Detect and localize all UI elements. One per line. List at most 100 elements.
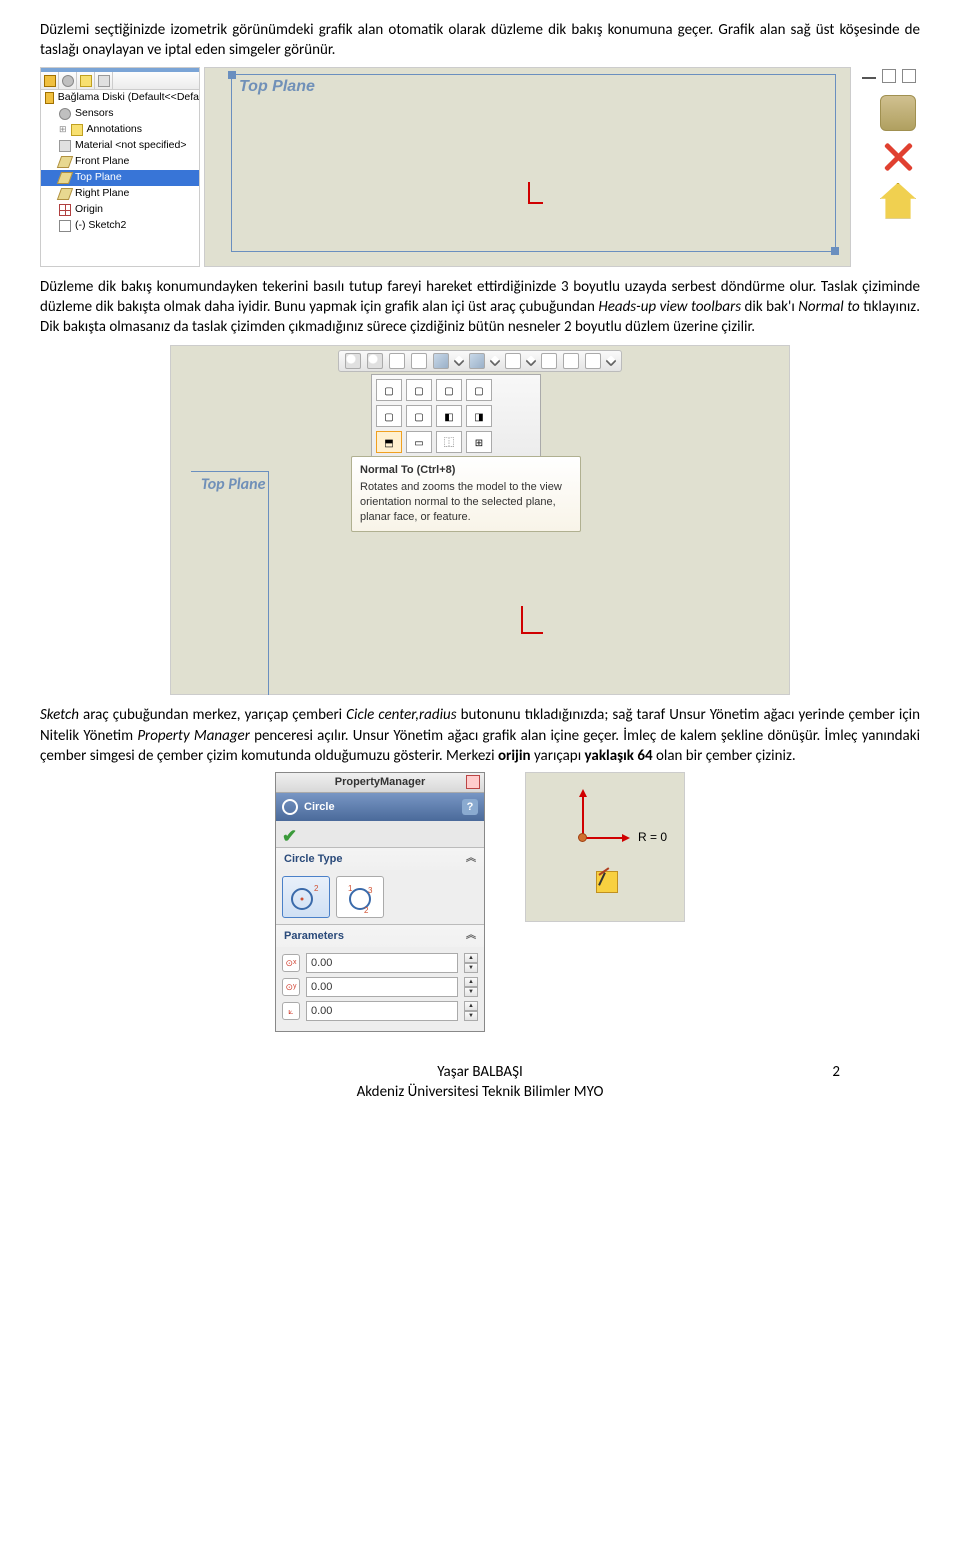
tree-item-selected[interactable]: Top Plane [41,170,199,186]
pm-section-parameters: Parameters︽ ⊙x 0.00 ▲▼ ⊙y 0.00 ▲▼ ⟀ 0.00… [276,924,484,1031]
param-x-icon: ⊙x [282,954,300,972]
feature-tree[interactable]: Bağlama Diski (Default<<Defa Sensors ⊞An… [40,67,200,267]
pm-section-circle-type: Circle Type︽ 2 132 [276,847,484,924]
scene-icon[interactable] [563,353,579,369]
tooltip-title: Normal To (Ctrl+8) [360,463,572,478]
circle-icon [282,799,298,815]
settings-icon[interactable] [585,353,601,369]
sketch-confirm-icon[interactable] [880,95,916,131]
pm-titlebar: PropertyManager [276,773,484,793]
zoom-fit-icon[interactable] [345,353,361,369]
tree-item[interactable]: Right Plane [41,186,199,202]
view-bottom-icon[interactable]: ▢ [406,405,432,427]
footer-author: Yaşar BALBAŞI [40,1062,920,1082]
tree-tab-icon[interactable] [41,72,59,90]
close-icon[interactable] [902,69,916,83]
pencil-cursor-icon [596,871,618,893]
paragraph-3: Sketch araç çubuğundan merkez, yarıçap ç… [40,705,920,766]
plane-label: Top Plane [239,76,315,98]
view-iso-icon[interactable]: ◧ [436,405,462,427]
plane-outline [231,74,836,252]
view-4-icon[interactable]: ⊞ [466,431,492,453]
graphics-area[interactable]: Top Plane [204,67,851,267]
svg-text:1: 1 [348,884,353,893]
dropdown-icon[interactable] [489,356,500,367]
sketch-cancel-icon[interactable] [880,139,916,175]
figure-headsup: ▢ ▢ ▢ ▢ ▢ ▢ ◧ ◨ ⬒ ▭ ⿰ ⊞ Normal To (Ctrl+… [170,345,790,695]
tree-root[interactable]: Bağlama Diski (Default<<Defa [41,90,199,106]
tree-tab-icon[interactable] [59,72,77,90]
hide-show-icon[interactable] [505,353,521,369]
axis-x-icon [582,837,628,839]
help-icon[interactable]: ? [462,799,478,815]
param-r-input[interactable]: 0.00 [306,1001,458,1021]
tree-item[interactable]: ⊞Annotations [41,122,199,138]
pushpin-icon[interactable] [466,775,480,789]
minimize-icon[interactable] [862,69,876,79]
tooltip-body: Rotates and zooms the model to the view … [360,480,572,525]
view-tri-icon[interactable]: ◨ [466,405,492,427]
view-top-icon[interactable]: ▢ [376,405,402,427]
origin-icon [528,182,530,202]
dropdown-icon[interactable] [605,356,616,367]
collapse-icon[interactable]: ︽ [466,929,476,943]
circle-perimeter-icon[interactable]: 1 3 2 [336,876,384,918]
tree-tab-icon[interactable] [95,72,113,90]
tree-item[interactable]: Sensors [41,106,199,122]
footer-org: Akdeniz Üniversitesi Teknik Bilimler MYO [40,1082,920,1102]
view-front-icon[interactable]: ▢ [376,379,402,401]
origin-dot-icon [578,833,587,842]
axis-y-icon [582,791,584,837]
plane-outline [191,471,269,695]
plane-label: Top Plane [201,474,265,496]
param-x[interactable]: ⊙x 0.00 ▲▼ [282,953,478,973]
figure-feature-tree: Bağlama Diski (Default<<Defa Sensors ⊞An… [40,67,920,267]
tree-item[interactable]: Front Plane [41,154,199,170]
view-left-icon[interactable]: ▢ [436,379,462,401]
param-y-input[interactable]: 0.00 [306,977,458,997]
origin-icon [521,606,523,634]
heads-up-toolbar[interactable] [338,350,622,372]
spinner[interactable]: ▲▼ [464,953,478,973]
svg-text:2: 2 [364,906,369,915]
paragraph-2: Düzleme dik bakış konumundayken tekerini… [40,277,920,338]
home-icon[interactable] [880,183,916,219]
paragraph-1: Düzlemi seçtiğinizde izometrik görünümde… [40,20,920,61]
section-view-icon[interactable] [411,353,427,369]
spinner[interactable]: ▲▼ [464,977,478,997]
page-footer: Yaşar BALBAŞI Akdeniz Üniversitesi Tekni… [40,1062,920,1103]
param-y[interactable]: ⊙y 0.00 ▲▼ [282,977,478,997]
view-single-icon[interactable]: ▭ [406,431,432,453]
view-2h-icon[interactable]: ⿰ [436,431,462,453]
dropdown-icon[interactable] [525,356,536,367]
param-r[interactable]: ⟀ 0.00 ▲▼ [282,1001,478,1021]
svg-text:3: 3 [368,886,373,895]
spinner[interactable]: ▲▼ [464,1001,478,1021]
orientation-flyout[interactable]: ▢ ▢ ▢ ▢ ▢ ▢ ◧ ◨ ⬒ ▭ ⿰ ⊞ [371,374,541,458]
zoom-area-icon[interactable] [367,353,383,369]
prev-view-icon[interactable] [389,353,405,369]
restore-icon[interactable] [882,69,896,83]
circle-center-radius-icon[interactable]: 2 [282,876,330,918]
tree-item[interactable]: Material <not specified> [41,138,199,154]
property-manager[interactable]: PropertyManager Circle ? Circle Type︽ 2 … [275,772,485,1032]
pm-feature-header: Circle ? [276,793,484,821]
tooltip: Normal To (Ctrl+8) Rotates and zooms the… [351,456,581,531]
view-normal-to-icon[interactable]: ⬒ [376,431,402,453]
appearance-icon[interactable] [541,353,557,369]
tree-item[interactable]: Origin [41,202,199,218]
confirm-corner [855,67,920,267]
view-right-icon[interactable]: ▢ [466,379,492,401]
tree-item[interactable]: (-) Sketch2 [41,218,199,234]
collapse-icon[interactable]: ︽ [466,852,476,866]
dropdown-icon[interactable] [453,356,464,367]
ok-icon[interactable] [282,824,304,844]
page-number: 2 [832,1062,840,1082]
param-x-input[interactable]: 0.00 [306,953,458,973]
figure-property-manager: PropertyManager Circle ? Circle Type︽ 2 … [40,772,920,1032]
tree-tab-icon[interactable] [77,72,95,90]
display-style-icon[interactable] [469,353,485,369]
param-y-icon: ⊙y [282,978,300,996]
view-orientation-icon[interactable] [433,353,449,369]
view-back-icon[interactable]: ▢ [406,379,432,401]
